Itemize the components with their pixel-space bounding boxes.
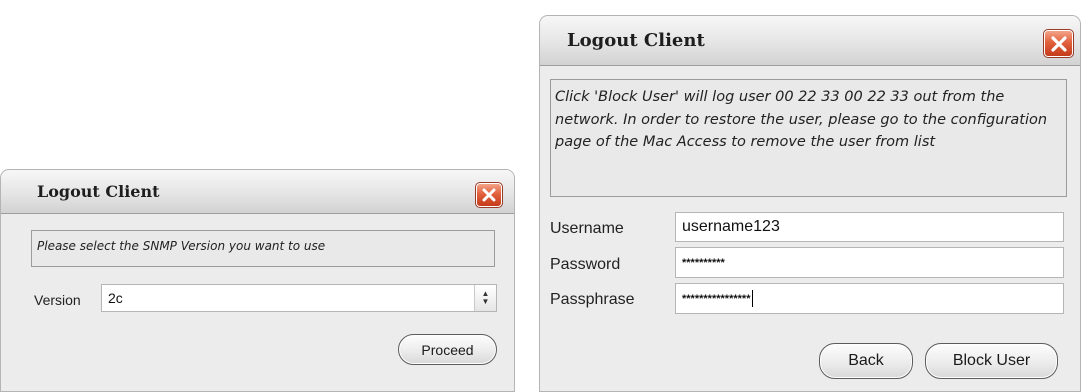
dialog-title: Logout Client	[37, 182, 160, 201]
passphrase-label: Passphrase	[550, 291, 635, 308]
username-value: username123	[682, 218, 780, 235]
password-label: Password	[550, 256, 621, 273]
instruction-message: Please select the SNMP Version you want …	[31, 230, 495, 267]
close-button[interactable]	[1043, 29, 1074, 58]
block-user-button[interactable]: Block User	[925, 343, 1058, 379]
passphrase-value: ****************	[682, 292, 751, 305]
title-bar[interactable]: Logout Client	[540, 16, 1080, 66]
instruction-text: Please select the SNMP Version you want …	[37, 239, 326, 253]
password-value: **********	[682, 256, 725, 269]
back-button-label: Back	[848, 352, 884, 369]
version-spinner[interactable]: ▲ ▼	[474, 285, 496, 311]
version-select[interactable]: 2c ▲ ▼	[101, 284, 497, 312]
block-warning-text: Click 'Block User' will log user 00 22 3…	[555, 89, 1048, 150]
dialog-title: Logout Client	[567, 30, 705, 51]
username-field[interactable]: username123	[675, 212, 1064, 242]
passphrase-field[interactable]: ****************	[675, 283, 1064, 314]
close-button[interactable]	[475, 182, 503, 208]
username-label: Username	[550, 220, 624, 237]
spinner-arrows-icon: ▲ ▼	[481, 289, 490, 306]
proceed-button[interactable]: Proceed	[398, 334, 497, 365]
block-warning-message: Click 'Block User' will log user 00 22 3…	[550, 79, 1067, 197]
block-user-dialog: Logout Client Click 'Block User' will lo…	[539, 15, 1081, 392]
snmp-version-dialog: Logout Client Please select the SNMP Ver…	[0, 169, 515, 392]
proceed-button-label: Proceed	[421, 341, 474, 358]
version-label: Version	[34, 292, 81, 308]
close-icon	[482, 188, 496, 202]
block-user-button-label: Block User	[952, 352, 1031, 369]
text-cursor	[751, 290, 753, 307]
title-bar[interactable]: Logout Client	[1, 170, 514, 214]
back-button[interactable]: Back	[819, 343, 913, 379]
version-select-value: 2c	[108, 290, 123, 306]
close-icon	[1050, 35, 1067, 52]
password-field[interactable]: **********	[675, 247, 1064, 278]
